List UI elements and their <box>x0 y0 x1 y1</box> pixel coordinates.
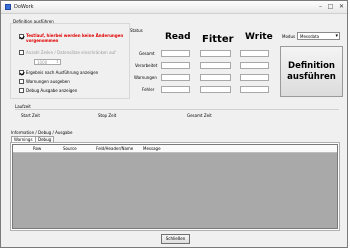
main-window: DoWork – □ ✕ Definition ausführen Testla… <box>0 0 348 248</box>
filter-warnings-field <box>200 74 231 81</box>
close-icon[interactable]: ✕ <box>337 3 346 10</box>
modus-value: Messdata <box>300 34 320 39</box>
test-run-checkbox[interactable] <box>19 34 24 39</box>
limit-lines-label: Anzahl Zeilen / Datensätze einschränken … <box>26 50 116 55</box>
read-processed-field <box>161 62 190 69</box>
run-button-line2: ausführen <box>287 72 336 82</box>
app-icon <box>5 4 11 10</box>
status-row-label: Warnungen <box>134 75 157 80</box>
test-run-label: Testlauf, hierbei werden keine Änderunge… <box>26 33 124 43</box>
window-title: DoWork <box>14 4 34 10</box>
status-row-label: Verarbeitet <box>135 63 158 68</box>
minimize-icon[interactable]: – <box>316 3 325 10</box>
column-header-source[interactable]: Source <box>63 146 77 151</box>
status-col-read: Read <box>165 32 191 42</box>
write-warnings-field <box>240 74 269 81</box>
stop-time-label: Stop Zeit <box>98 113 117 118</box>
title-bar[interactable]: DoWork – □ ✕ <box>1 1 347 14</box>
chevron-down-icon: ▾ <box>335 33 338 39</box>
limit-lines-input[interactable]: 1000 ↕ <box>34 59 61 65</box>
total-time-label: Gesamt Zeit <box>187 113 212 118</box>
start-time-label: Start Zeit <box>21 113 40 118</box>
status-col-write: Write <box>245 32 273 42</box>
status-label: Status <box>130 28 143 33</box>
read-errors-field <box>161 86 190 93</box>
laufzeit-divider <box>15 109 339 110</box>
grid-header: Row Source Feld/Header/Name Message <box>13 145 337 153</box>
debug-checkbox[interactable] <box>19 88 24 93</box>
status-row-label: Gesamt <box>139 51 155 56</box>
write-total-field <box>240 50 269 57</box>
write-processed-field <box>240 62 269 69</box>
limit-lines-checkbox[interactable] <box>19 50 24 55</box>
column-header-message[interactable]: Message <box>143 146 161 151</box>
filter-total-field <box>200 50 231 57</box>
modus-label: Modus <box>282 34 296 39</box>
read-warnings-field <box>161 74 190 81</box>
stepper-icon[interactable]: ↕ <box>56 59 59 64</box>
column-header-field[interactable]: Feld/Header/Name <box>96 146 133 151</box>
modus-select[interactable]: Messdata ▾ <box>297 32 340 40</box>
warnings-checkbox[interactable] <box>19 79 24 84</box>
filter-errors-field <box>200 86 231 93</box>
debug-label: Debug Ausgabe anzeigen <box>26 88 78 93</box>
close-button[interactable]: Schließen <box>161 234 190 244</box>
warnings-label: Warnungen ausgeben <box>26 79 70 84</box>
column-header-row[interactable]: Row <box>33 146 41 151</box>
status-row-label: Fehler <box>142 87 155 92</box>
show-results-checkbox[interactable] <box>19 70 24 75</box>
run-definition-button[interactable]: Definition ausführen <box>280 46 343 97</box>
info-label: Information / Debug / Ausgabe <box>11 130 73 135</box>
write-errors-field <box>240 86 269 93</box>
read-total-field <box>161 50 190 57</box>
messages-grid[interactable]: Row Source Feld/Header/Name Message <box>12 144 338 229</box>
maximize-icon[interactable]: □ <box>326 3 335 10</box>
show-results-label: Ergebnis nach Ausführung anzeigen <box>26 70 99 75</box>
run-button-line1: Definition <box>288 61 335 71</box>
status-col-filter: Fitter <box>202 34 234 45</box>
filter-processed-field <box>200 62 231 69</box>
